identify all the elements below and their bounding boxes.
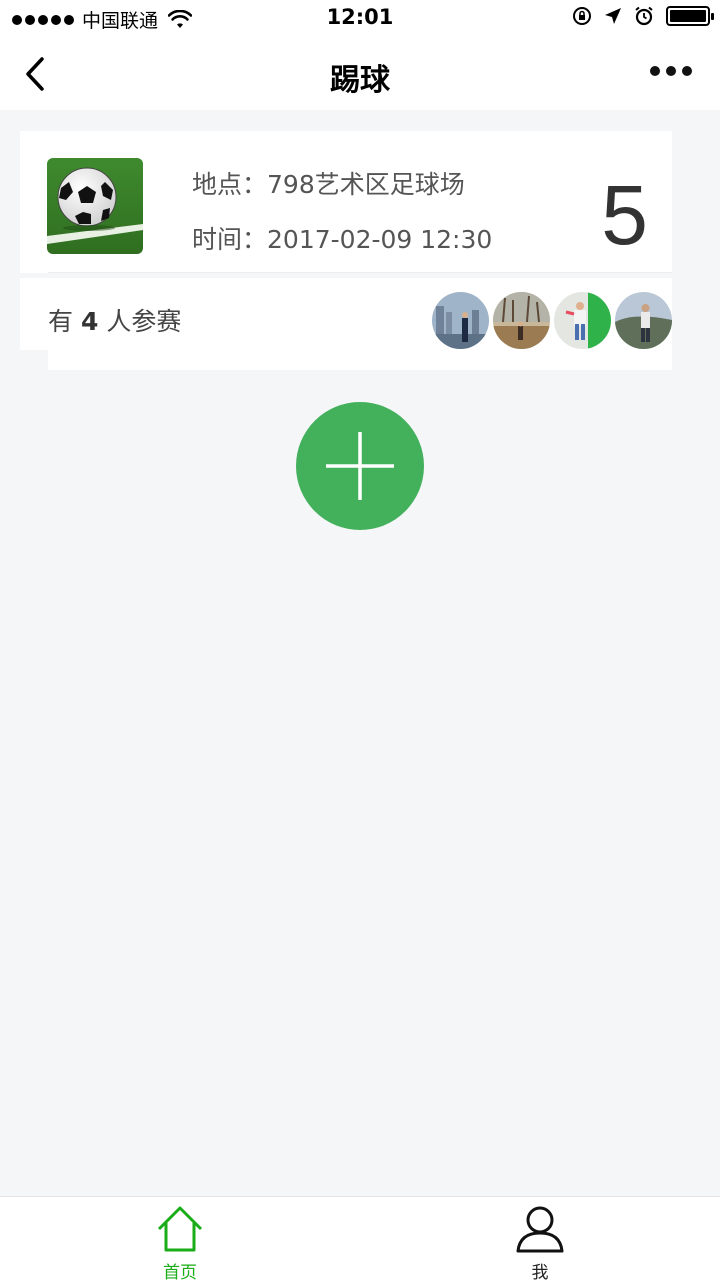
alarm-icon [635, 6, 653, 26]
divider [48, 272, 672, 273]
page-title: 踢球 [330, 63, 390, 98]
location-arrow-icon [605, 8, 621, 24]
tab-me-label: 我 [531, 1263, 549, 1280]
time-label: 时间： [192, 225, 268, 254]
player-limit-count: 5 [601, 168, 648, 262]
avatar[interactable] [615, 292, 672, 349]
participants-row[interactable]: 有 4 人参赛 [20, 278, 672, 350]
time-value: 2017-02-09 12:30 [267, 225, 493, 254]
participants-count: 4 [80, 307, 99, 336]
tab-me[interactable]: 我 [360, 1197, 720, 1280]
user-icon [516, 1206, 564, 1253]
add-event-button[interactable] [296, 402, 424, 530]
tab-bar: 首页 我 [0, 1196, 720, 1280]
avatar[interactable] [493, 292, 550, 349]
tab-home[interactable]: 首页 [0, 1197, 360, 1280]
event-card[interactable]: 地点：798艺术区足球场 时间：2017-02-09 12:30 5 [20, 131, 672, 273]
soccer-ball-image [47, 158, 143, 254]
battery-icon [666, 6, 714, 26]
status-right [572, 6, 714, 26]
location-label: 地点： [192, 170, 268, 199]
tab-home-label: 首页 [163, 1263, 197, 1280]
nav-bar: 踢球 [0, 36, 720, 110]
avatar-list [432, 292, 672, 349]
plus-icon [326, 432, 394, 500]
more-button[interactable] [650, 66, 692, 76]
participants-prefix: 有 [48, 307, 74, 336]
location-value: 798艺术区足球场 [267, 170, 465, 199]
time-line: 时间：2017-02-09 12:30 [192, 220, 492, 256]
participants-text: 有 4 人参赛 [48, 302, 181, 338]
more-dots-icon [650, 66, 660, 76]
orientation-lock-icon [573, 7, 591, 25]
participants-suffix: 人参赛 [106, 307, 182, 336]
home-icon [157, 1206, 203, 1252]
avatar[interactable] [432, 292, 489, 349]
card-bottom-edge [48, 350, 672, 370]
avatar[interactable] [554, 292, 611, 349]
screen: 中国联通 12:01 踢球 地点：798艺术区足球场 时间：2017-02-09… [0, 0, 720, 1280]
status-bar: 中国联通 12:01 [0, 0, 720, 36]
location-line: 地点：798艺术区足球场 [192, 165, 465, 201]
